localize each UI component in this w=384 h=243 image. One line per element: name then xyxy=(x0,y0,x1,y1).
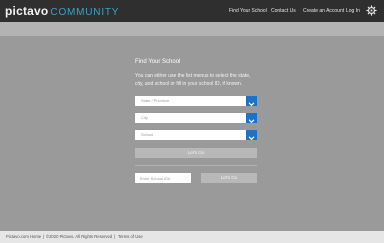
school-select-label: School xyxy=(141,132,154,137)
city-select-label: City xyxy=(141,115,148,120)
page-title: Find Your School xyxy=(135,59,181,65)
pictavo-community-logo[interactable]: pictavo COMMUNITY xyxy=(5,4,119,18)
school-id-input[interactable] xyxy=(135,173,191,183)
chevron-down-icon xyxy=(246,96,257,107)
gear-icon[interactable] xyxy=(366,5,377,16)
footer: Pictavo.com Home | ©2020 Pictavo. All Ri… xyxy=(0,231,384,243)
brand-name: pictavo xyxy=(5,4,49,18)
top-navigation-bar: pictavo COMMUNITY Find Your School Contac… xyxy=(0,0,384,22)
state-select[interactable]: State / Province xyxy=(135,96,257,107)
divider xyxy=(135,165,257,166)
chevron-down-icon xyxy=(246,130,257,141)
state-select-label: State / Province xyxy=(141,98,170,103)
nav-log-in[interactable]: Log In xyxy=(346,0,360,22)
footer-separator: | xyxy=(43,234,45,239)
nav-find-your-school[interactable]: Find Your School xyxy=(229,0,267,22)
lets-go-id-button[interactable]: Let's Go xyxy=(201,173,257,183)
nav-contact-us[interactable]: Contact Us xyxy=(271,0,296,22)
lets-go-button[interactable]: Let's Go xyxy=(135,148,257,158)
sub-header-band xyxy=(0,22,384,36)
footer-separator: | xyxy=(114,234,116,239)
city-select[interactable]: City xyxy=(135,113,257,124)
chevron-down-icon xyxy=(246,113,257,124)
brand-suffix: COMMUNITY xyxy=(50,7,120,18)
nav-create-account[interactable]: Create an Account xyxy=(303,0,344,22)
instructions-text: You can either use the list menus to sel… xyxy=(135,73,251,87)
footer-copyright: ©2020 Pictavo. All Rights Reserved xyxy=(46,234,113,239)
footer-terms-link[interactable]: Terms of Use xyxy=(118,231,143,243)
school-select[interactable]: School xyxy=(135,130,257,141)
footer-home-link[interactable]: Pictavo.com Home xyxy=(6,231,41,243)
